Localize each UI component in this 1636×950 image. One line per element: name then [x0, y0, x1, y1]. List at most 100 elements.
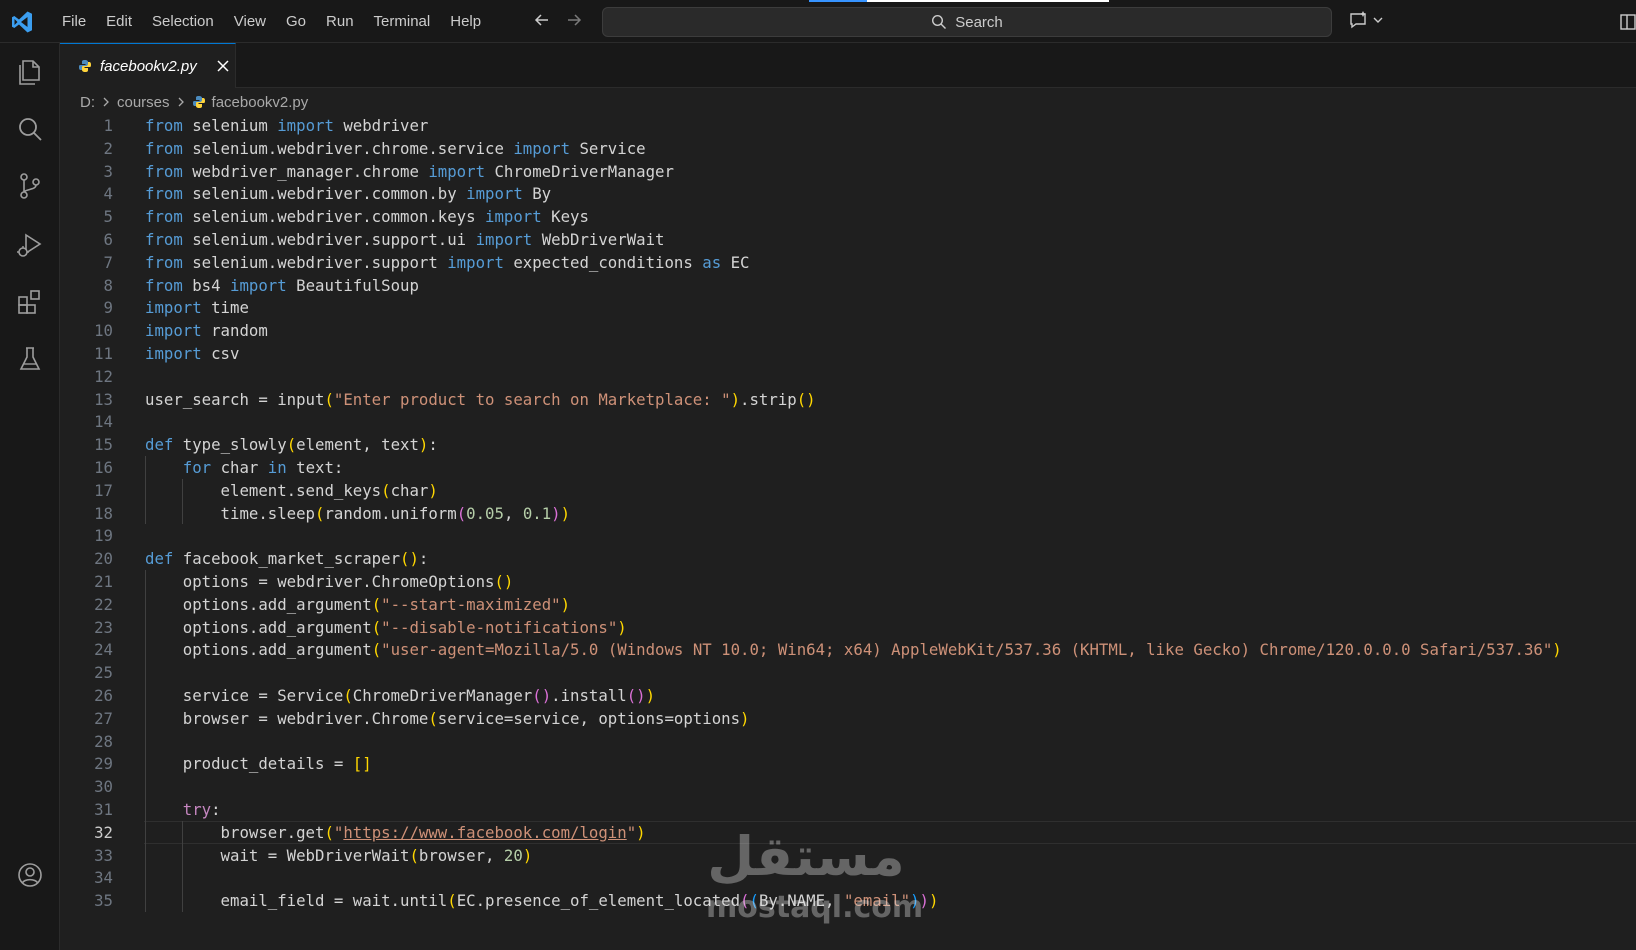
testing-icon[interactable] [14, 343, 46, 375]
code-token: options.add_argument [145, 640, 372, 660]
code-line[interactable]: 20 def facebook_market_scraper(): [60, 547, 1636, 571]
code-token: options.add_argument [145, 617, 372, 637]
code-text: options.add_argument("--disable-notifica… [145, 616, 627, 640]
code-line[interactable]: 26 service = Service(ChromeDriverManager… [60, 684, 1636, 708]
command-center-search[interactable]: Search [602, 7, 1332, 37]
code-token: () [796, 389, 816, 409]
code-line[interactable]: 10 import random [60, 319, 1636, 343]
code-line[interactable]: 23 options.add_argument("--disable-notif… [60, 616, 1636, 640]
menu-help[interactable]: Help [440, 13, 491, 30]
menu-file[interactable]: File [52, 13, 96, 30]
code-token: 0.05 [466, 503, 504, 523]
code-line[interactable]: 18 time.sleep(random.uniform(0.05, 0.1)) [60, 502, 1636, 526]
menu-bar: File Edit Selection View Go Run Terminal… [52, 0, 491, 43]
explorer-icon[interactable] [14, 56, 46, 88]
code-token: import [466, 184, 523, 204]
code-token: selenium.webdriver.support.ui [182, 230, 476, 249]
code-line[interactable]: 1 from selenium import webdriver [60, 114, 1636, 138]
menu-run[interactable]: Run [316, 13, 364, 30]
code-text: from selenium import webdriver [145, 114, 428, 138]
code-token: "user-agent=Mozilla/5.0 (Windows NT 10.0… [381, 640, 1553, 660]
close-icon[interactable] [215, 58, 231, 74]
code-line[interactable]: 7 from selenium.webdriver.support import … [60, 251, 1636, 275]
code-token: in [267, 458, 287, 477]
back-arrow-icon[interactable] [532, 10, 552, 30]
code-text: import time [145, 296, 249, 320]
breadcrumb-drive[interactable]: D: [80, 94, 95, 111]
code-line[interactable]: 3 from webdriver_manager.chrome import Ch… [60, 160, 1636, 184]
code-token: ) [740, 708, 750, 728]
line-number: 28 [94, 731, 113, 751]
code-line[interactable]: 4 from selenium.webdriver.common.by impor… [60, 182, 1636, 206]
code-token: user_search = input [145, 389, 325, 409]
line-number: 12 [94, 366, 113, 386]
code-line[interactable]: 12 [60, 365, 1636, 389]
code-text: from selenium.webdriver.support.ui impor… [145, 228, 664, 252]
code-token: email_field = wait.until [145, 891, 448, 911]
code-token: options = webdriver.ChromeOptions [145, 572, 495, 591]
extensions-icon[interactable] [14, 286, 46, 318]
code-line[interactable]: 5 from selenium.webdriver.common.keys imp… [60, 205, 1636, 229]
code-token: () [532, 686, 552, 705]
forward-arrow-icon[interactable] [564, 10, 584, 30]
code-line[interactable]: 29 product_details = [] [60, 752, 1636, 776]
layout-icon[interactable] [1620, 12, 1636, 32]
code-token: def [145, 435, 174, 455]
watermark-logo-text: مستقل [707, 825, 905, 888]
line-number: 3 [103, 161, 113, 181]
code-line[interactable]: 14 [60, 410, 1636, 434]
code-line[interactable]: 19 [60, 524, 1636, 548]
breadcrumb: D: courses facebookv2.py [80, 90, 308, 114]
code-line[interactable]: 13 user_search = input("Enter product to … [60, 388, 1636, 412]
code-line[interactable]: 31 try: [60, 798, 1636, 822]
activity-bar [0, 43, 60, 950]
line-number: 5 [103, 207, 113, 227]
code-token: options.add_argument [145, 594, 372, 614]
code-token: time [201, 298, 249, 318]
code-line[interactable]: 6 from selenium.webdriver.support.ui impo… [60, 228, 1636, 252]
tab-facebookv2[interactable]: facebookv2.py [60, 43, 236, 88]
code-token: : [418, 549, 429, 569]
breadcrumb-folder[interactable]: courses [117, 94, 170, 111]
code-line[interactable]: 21 options = webdriver.ChromeOptions() [60, 570, 1636, 594]
menu-go[interactable]: Go [276, 13, 316, 30]
code-line[interactable]: 11 import csv [60, 342, 1636, 366]
line-number: 13 [94, 389, 113, 409]
code-text: options.add_argument("--start-maximized"… [145, 593, 570, 617]
code-token: : [428, 435, 438, 455]
account-icon[interactable] [14, 859, 46, 891]
code-line[interactable]: 28 [60, 730, 1636, 754]
code-line[interactable]: 25 [60, 661, 1636, 685]
chevron-down-icon [1373, 17, 1383, 23]
menu-selection[interactable]: Selection [142, 13, 224, 30]
code-line[interactable]: 2 from selenium.webdriver.chrome.service … [60, 137, 1636, 161]
menu-edit[interactable]: Edit [96, 13, 142, 30]
code-token: import [428, 161, 486, 181]
code-text: browser.get("https://www.facebook.com/lo… [145, 821, 646, 845]
copilot-button[interactable] [1348, 10, 1384, 30]
line-number: 35 [94, 891, 113, 911]
code-line[interactable]: 22 options.add_argument("--start-maximiz… [60, 593, 1636, 617]
code-token: ) [560, 594, 571, 614]
code-token: from [145, 116, 183, 135]
copilot-icon [1350, 11, 1366, 29]
menu-view[interactable]: View [224, 13, 276, 30]
code-line[interactable]: 27 browser = webdriver.Chrome(service=se… [60, 707, 1636, 731]
code-token: try [182, 800, 212, 819]
menu-terminal[interactable]: Terminal [364, 13, 441, 30]
code-line[interactable]: 30 [60, 775, 1636, 799]
code-token: Service [570, 138, 646, 158]
code-line[interactable]: 9 import time [60, 296, 1636, 320]
breadcrumb-file[interactable]: facebookv2.py [212, 94, 309, 111]
run-debug-icon[interactable] [14, 229, 46, 261]
code-token: time.sleep [145, 503, 316, 523]
code-line[interactable]: 8 from bs4 import BeautifulSoup [60, 274, 1636, 298]
code-line[interactable]: 24 options.add_argument("user-agent=Mozi… [60, 638, 1636, 662]
code-line[interactable]: 15 def type_slowly(element, text): [60, 433, 1636, 457]
line-number: 15 [94, 435, 113, 455]
code-line[interactable]: 17 element.send_keys(char) [60, 479, 1636, 503]
source-control-icon[interactable] [14, 170, 46, 202]
search-icon[interactable] [14, 113, 46, 145]
code-token: selenium.webdriver.support [182, 252, 448, 272]
code-line[interactable]: 16 for char in text: [60, 456, 1636, 480]
